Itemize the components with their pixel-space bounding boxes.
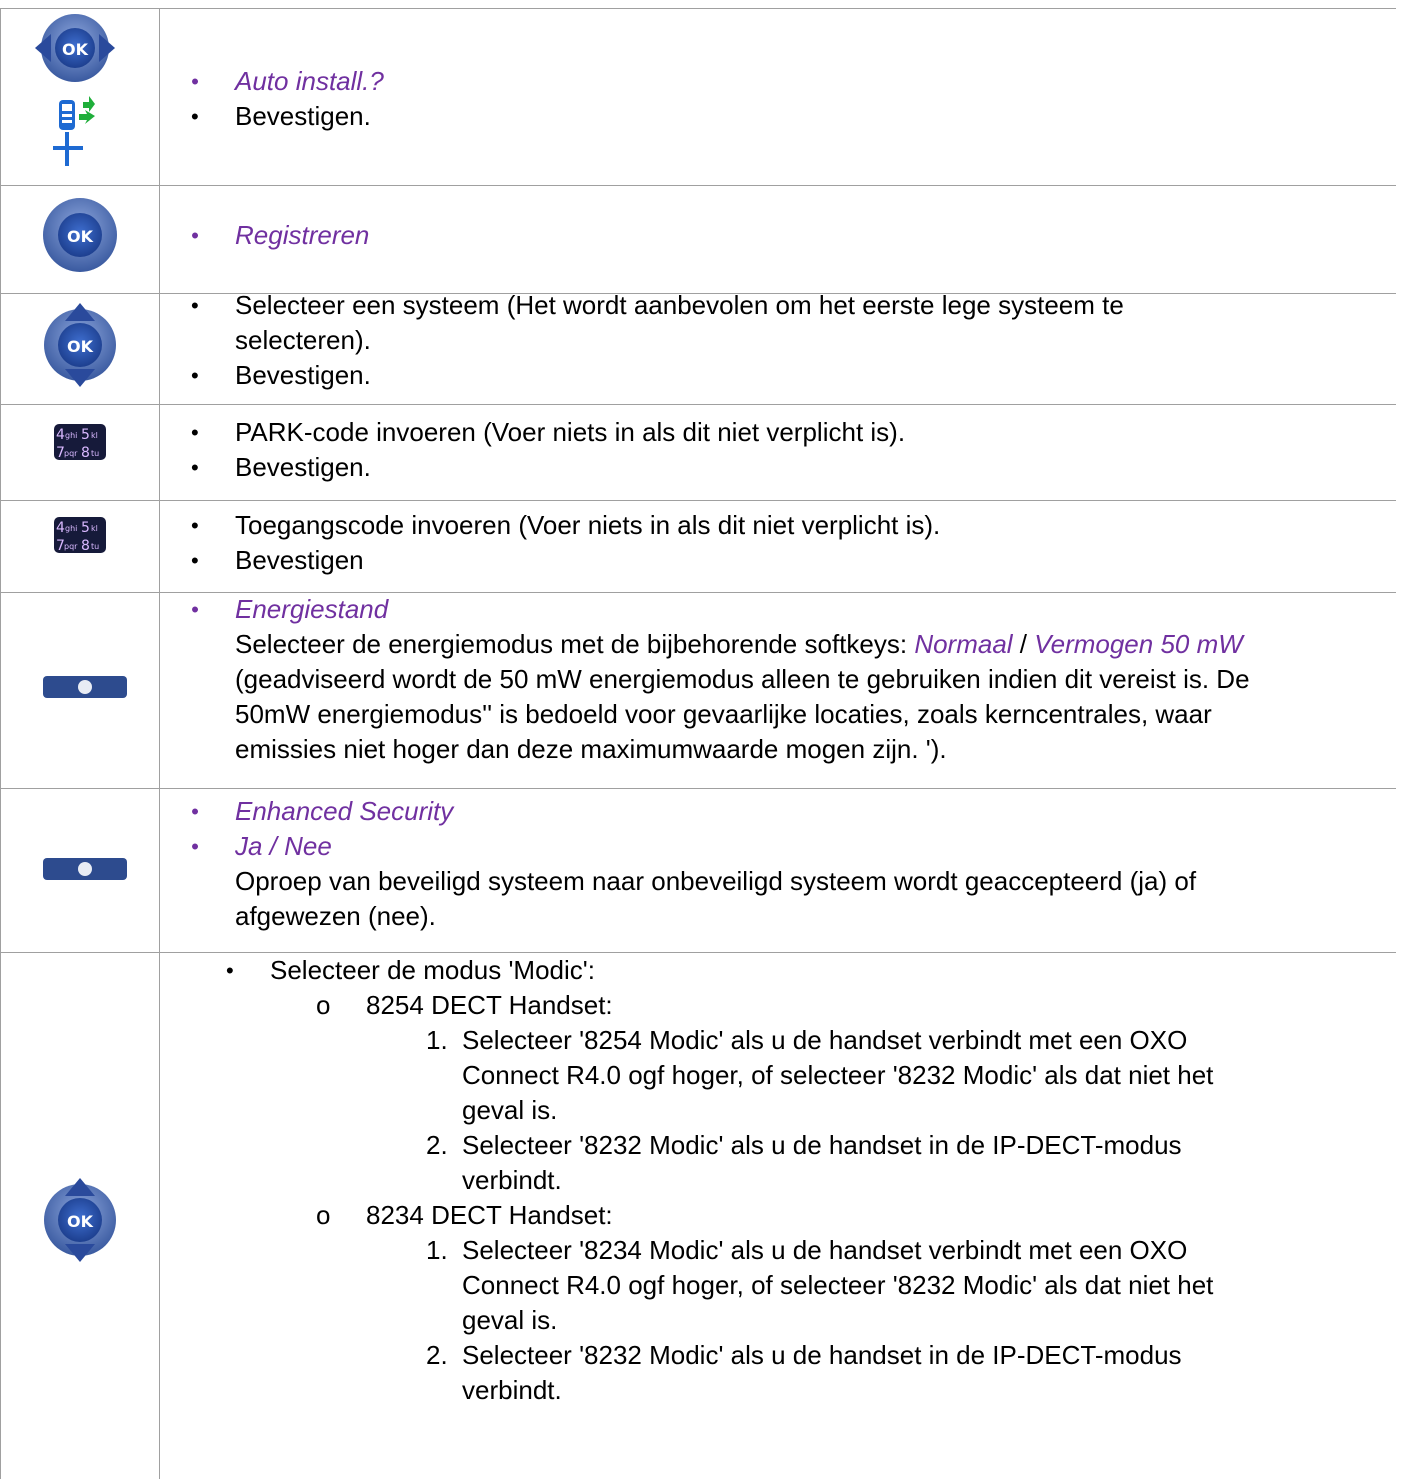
keypad-icon: 4 ghi 5 kl 7 pqr 8 tu — [54, 424, 106, 460]
step: 1. Selecteer '8254 Modic' als u de hands… — [426, 1025, 1214, 1125]
select-system-step: Selecteer een systeem (Het wordt aanbevo… — [191, 288, 1385, 358]
keypad-icon: 4 ghi 5 kl 7 pqr 8 tu — [54, 517, 106, 553]
svg-text:OK: OK — [67, 337, 94, 356]
select-system-line-2: selecteren). — [235, 325, 371, 355]
svg-text:tu: tu — [91, 449, 99, 458]
svg-text:4: 4 — [56, 520, 65, 536]
ok-up-down-nav-icon: OK — [44, 1178, 116, 1262]
energy-mode-note-line: 50mW energiemodus'' is bedoeld voor geva… — [235, 699, 1212, 729]
modic-group-8234: o 8234 DECT Handset: 1. Selecteer '8234 … — [316, 1198, 1380, 1408]
svg-text:ghi: ghi — [65, 524, 77, 533]
row-divider — [0, 788, 1396, 789]
svg-text:4: 4 — [56, 427, 65, 443]
svg-text:ghi: ghi — [65, 431, 77, 440]
option-power-50mw: Vermogen 50 mW — [1034, 629, 1243, 659]
row-auto-install: Auto install.? Bevestigen. — [191, 64, 1385, 134]
svg-text:kl: kl — [91, 524, 98, 533]
step: 1. Selecteer '8234 Modic' als u de hands… — [426, 1235, 1214, 1335]
svg-text:5: 5 — [81, 520, 90, 536]
security-note-line: afgewezen (nee). — [235, 901, 436, 931]
svg-text:OK: OK — [67, 1212, 94, 1231]
ok-left-right-nav-icon: OK — [35, 14, 115, 82]
sub-bullet-marker: o — [316, 990, 331, 1020]
table-border-left — [0, 8, 1, 1479]
svg-text:OK: OK — [62, 40, 89, 59]
access-code-step: Toegangscode invoeren (Voer niets in als… — [191, 508, 1385, 543]
row-divider — [0, 404, 1396, 405]
softkey-icon — [43, 858, 127, 880]
group-label: 8254 DECT Handset: — [366, 990, 613, 1020]
security-note-line: Oproep van beveiligd systeem naar onbeve… — [235, 866, 1197, 896]
table-border-top — [0, 8, 1396, 9]
svg-text:pqr: pqr — [64, 449, 78, 458]
energy-mode-note-line: emissies niet hoger dan deze maximumwaar… — [235, 734, 947, 764]
select-modic-heading: Selecteer de modus 'Modic': — [226, 953, 1380, 988]
option-auto-install: Auto install.? — [191, 64, 1385, 99]
row-divider — [0, 500, 1396, 501]
table-column-divider — [159, 8, 160, 1479]
energy-mode-note-line: (geadviseerd wordt de 50 mW energiemodus… — [235, 664, 1250, 694]
option-normal: Normaal — [914, 629, 1013, 659]
ok-button-icon: OK — [43, 198, 117, 272]
option-yes-no: Ja / Nee — [191, 829, 1385, 864]
confirm-step: Bevestigen — [191, 543, 1385, 578]
ok-up-down-nav-icon: OK — [44, 303, 116, 387]
row-register: Registreren — [191, 218, 1385, 253]
svg-text:5: 5 — [81, 427, 90, 443]
confirm-step: Bevestigen. — [191, 99, 1385, 134]
svg-text:OK: OK — [67, 227, 94, 246]
option-energy-mode: Energiestand — [191, 592, 1385, 627]
svg-text:kl: kl — [91, 431, 98, 440]
modic-group-8254: o 8254 DECT Handset: 1. Selecteer '8254 … — [316, 988, 1380, 1198]
svg-text:8: 8 — [81, 538, 90, 553]
sub-bullet-marker: o — [316, 1200, 331, 1230]
row-select-system: Selecteer een systeem (Het wordt aanbevo… — [191, 288, 1385, 393]
option-register: Registreren — [191, 218, 1385, 253]
park-code-step: PARK-code invoeren (Voer niets in als di… — [191, 415, 1385, 450]
row-energy-mode: Energiestand Selecteer de energiemodus m… — [191, 592, 1385, 767]
softkey-icon — [43, 676, 127, 698]
svg-text:tu: tu — [91, 542, 99, 551]
row-enhanced-security: Enhanced Security Ja / Nee Oproep van be… — [191, 794, 1385, 934]
step: 2. Selecteer '8232 Modic' als u de hands… — [426, 1130, 1182, 1195]
confirm-step: Bevestigen. — [191, 450, 1385, 485]
energy-mode-description: Selecteer de energiemodus met de bijbeho… — [235, 629, 1243, 659]
svg-text:8: 8 — [81, 445, 90, 460]
row-modic-mode: Selecteer de modus 'Modic': o 8254 DECT … — [226, 953, 1380, 1408]
group-label: 8234 DECT Handset: — [366, 1200, 613, 1230]
row-divider — [0, 185, 1396, 186]
row-park-code: PARK-code invoeren (Voer niets in als di… — [191, 415, 1385, 485]
handset-install-icon — [53, 96, 95, 166]
confirm-step: Bevestigen. — [191, 358, 1385, 393]
option-enhanced-security: Enhanced Security — [191, 794, 1385, 829]
row-access-code: Toegangscode invoeren (Voer niets in als… — [191, 508, 1385, 578]
select-system-line-1: Selecteer een systeem (Het wordt aanbevo… — [235, 290, 1124, 320]
svg-text:pqr: pqr — [64, 542, 78, 551]
step: 2. Selecteer '8232 Modic' als u de hands… — [426, 1340, 1182, 1405]
